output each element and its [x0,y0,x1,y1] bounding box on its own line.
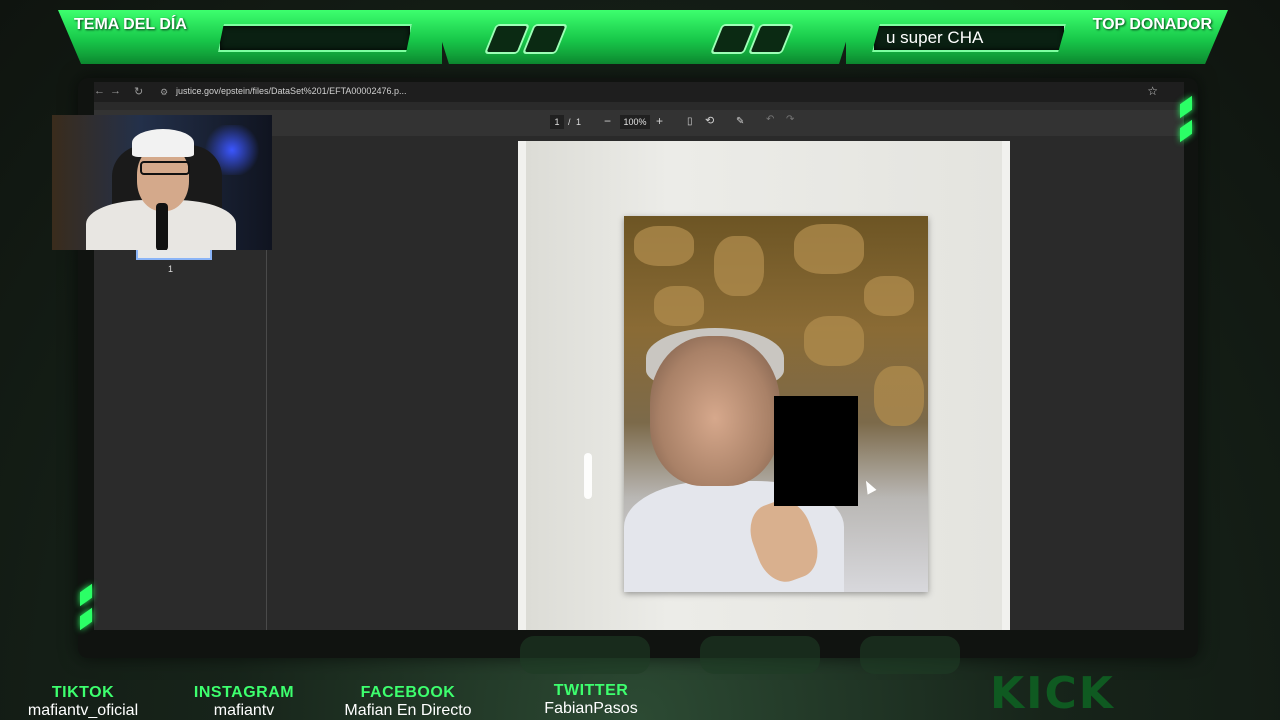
webcam-feed [52,115,272,250]
topic-slot [218,24,412,52]
wall-stone [794,224,864,274]
social-handle: Mafian En Directo [344,702,472,719]
rotate-icon[interactable]: ⟲ [705,114,714,127]
page-number-input[interactable]: 1 [550,115,564,129]
url-field[interactable]: justice.gov/epstein/files/DataSet%201/EF… [176,86,406,96]
scanned-document [526,141,1002,630]
redaction-box [774,396,858,506]
background-decor [520,636,650,674]
redo-icon[interactable]: ↷ [786,114,794,125]
center-panel [432,10,856,64]
reload-icon[interactable]: ↻ [134,85,143,98]
social-handle: mafiantv_oficial [27,702,139,719]
wall-stone [714,236,764,296]
person-face [650,336,780,486]
site-settings-icon[interactable]: ⚙ [160,87,168,98]
fit-page-icon[interactable]: ▯ [687,116,693,127]
donor-ticker-slot: u super CHA [872,24,1066,52]
social-instagram: INSTAGRAM mafiantv [190,684,298,720]
topic-panel: TEMA DEL DÍA [58,10,442,64]
microphone [156,203,168,250]
donor-panel: u super CHA TOP DONADOR [846,10,1228,64]
social-facebook: FACEBOOK Mafian En Directo [328,684,488,720]
zoom-out-button[interactable]: − [604,114,611,128]
address-bar: ← → ↻ ⚙ justice.gov/epstein/files/DataSe… [94,82,1184,102]
decor-pill [747,24,795,54]
wall-stone [634,226,694,266]
background-decor [700,636,820,674]
streamer-cap [132,129,194,157]
wall-stone [864,276,914,316]
social-label: TWITTER [553,682,629,699]
social-handle: mafiantv [213,702,275,719]
forward-icon[interactable]: → [110,85,121,97]
background-decor [860,636,960,674]
wall-stone [654,286,704,326]
donor-label: TOP DONADOR [1092,16,1212,33]
wall-stone [804,316,864,366]
decor-pill [521,24,569,54]
document-photo [624,216,928,592]
bookmark-star-icon[interactable]: ☆ [1147,84,1158,98]
kick-logo: KICK [990,668,1115,719]
topic-label: TEMA DEL DÍA [74,16,187,33]
social-twitter: TWITTER FabianPasos [530,682,652,718]
page-separator: / [568,117,571,127]
annotate-icon[interactable]: ✎ [736,116,744,127]
social-tiktok: TIKTOK mafiantv_oficial [18,684,148,720]
back-icon[interactable]: ← [94,85,105,97]
zoom-level-input[interactable]: 100% [620,115,650,129]
pdf-page [518,141,1010,630]
undo-icon[interactable]: ↶ [766,114,774,125]
streamer-glasses [140,161,190,175]
social-label: TIKTOK [51,684,115,701]
social-label: FACEBOOK [360,684,456,701]
wall-stone [874,366,924,426]
light-glare [584,453,592,499]
zoom-in-button[interactable]: + [656,114,663,128]
thumbnail-page-number: 1 [168,264,174,274]
social-handle: FabianPasos [544,700,638,717]
donor-ticker-text: u super CHA [886,28,984,47]
total-pages: 1 [576,117,582,127]
social-label: INSTAGRAM [193,684,295,701]
